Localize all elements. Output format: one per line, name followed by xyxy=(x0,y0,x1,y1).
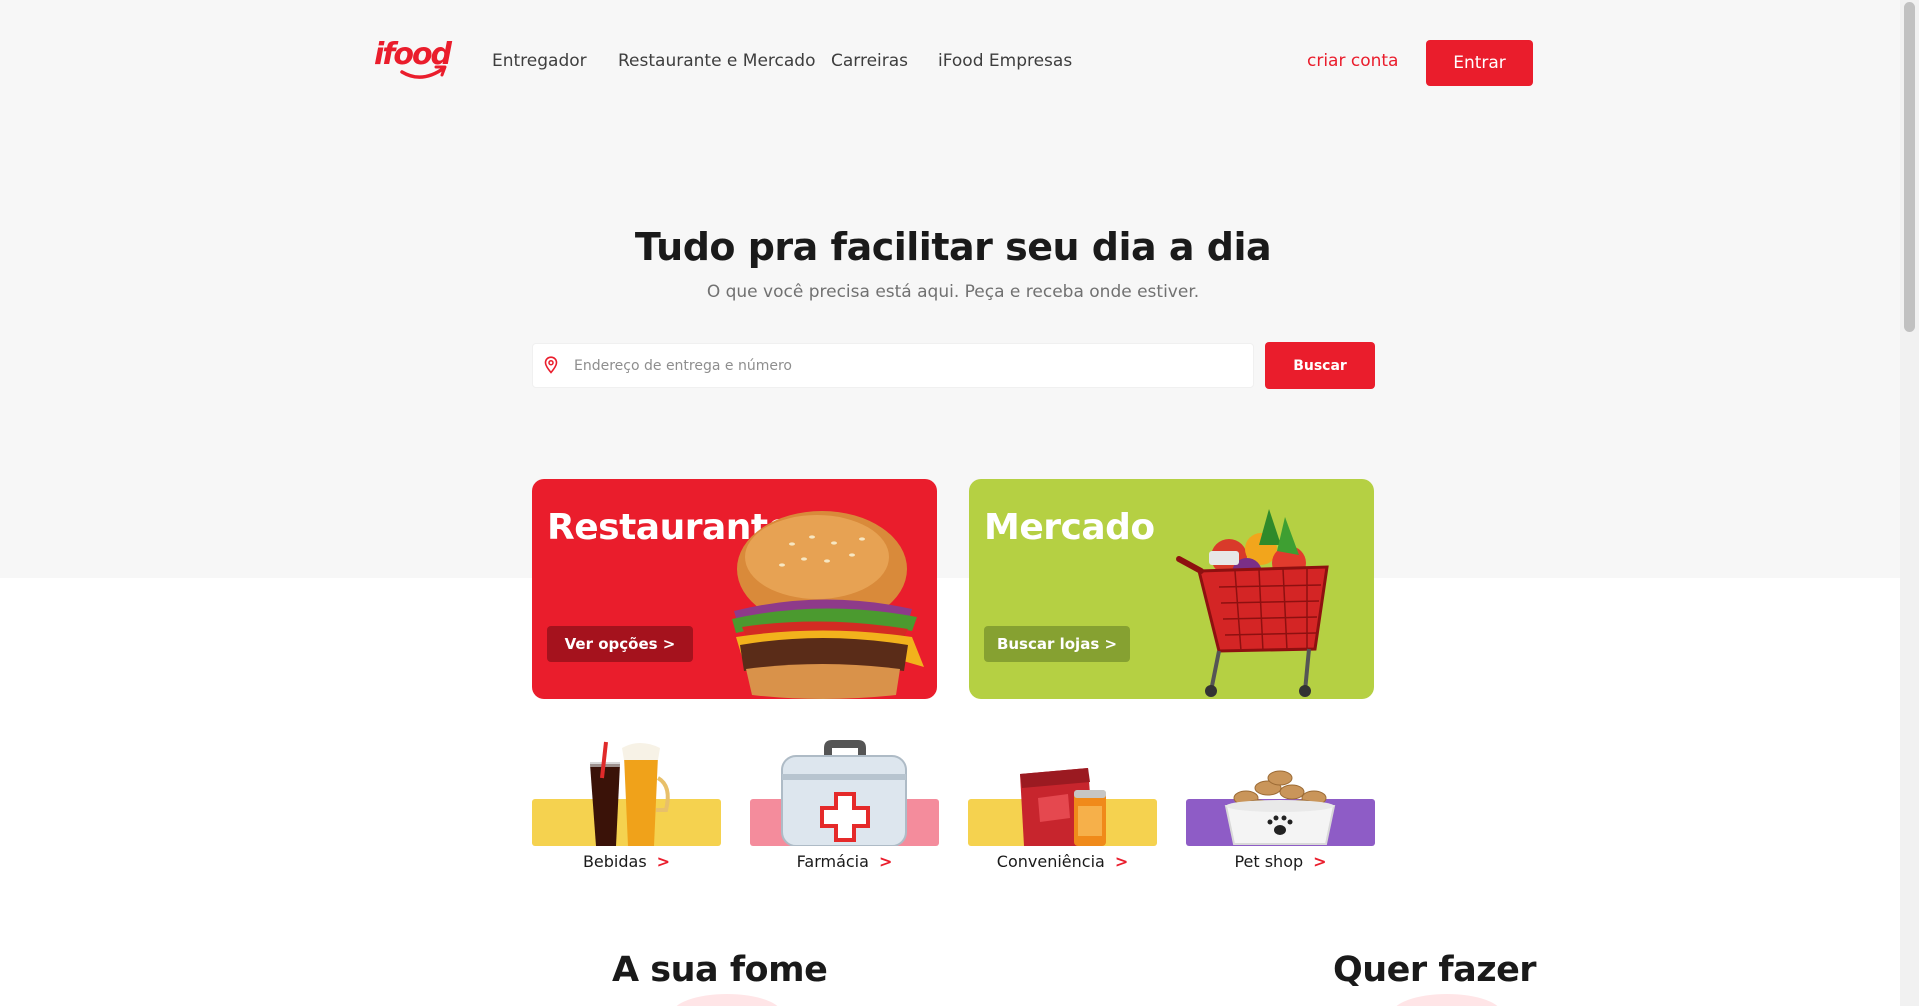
section-title-partner: Quer fazer xyxy=(1333,950,1537,990)
category-pet-shop[interactable]: Pet shop > xyxy=(1186,738,1375,876)
snacks-icon xyxy=(1020,768,1106,846)
pet-bowl-icon xyxy=(1224,770,1336,845)
search-button[interactable]: Buscar xyxy=(1265,342,1375,389)
nav-restaurante-mercado[interactable]: Restaurante e Mercado xyxy=(618,50,816,72)
nav-ifood-empresas[interactable]: iFood Empresas xyxy=(938,50,1072,72)
page-scrollbar[interactable] xyxy=(1900,0,1919,1006)
category-label: Farmácia > xyxy=(796,852,893,871)
decorative-blob xyxy=(672,994,782,1006)
hero-title: Tudo pra facilitar seu dia a dia xyxy=(634,225,1272,269)
category-farmacia[interactable]: Farmácia > xyxy=(750,738,939,876)
market-card[interactable]: Mercado Buscar lojas > xyxy=(969,479,1374,699)
category-bebidas[interactable]: Bebidas > xyxy=(532,738,721,876)
shopping-cart-icon xyxy=(1176,509,1329,697)
scrollbar-thumb[interactable] xyxy=(1904,2,1915,332)
login-button[interactable]: Entrar xyxy=(1426,40,1533,86)
ifood-logo[interactable]: ifood xyxy=(372,36,456,84)
category-conveniencia[interactable]: Conveniência > xyxy=(968,738,1157,876)
nav-carreiras[interactable]: Carreiras xyxy=(831,50,908,72)
decorative-blob xyxy=(1392,994,1502,1006)
section-title-hunger: A sua fome xyxy=(612,950,828,990)
view-options-button[interactable]: Ver opções > xyxy=(547,626,693,662)
burger-icon xyxy=(732,511,924,699)
address-input[interactable] xyxy=(574,346,1244,385)
drinks-icon xyxy=(588,741,670,846)
first-aid-kit-icon xyxy=(781,740,907,846)
restaurant-card[interactable]: Restaurante Ver opções > xyxy=(532,479,937,699)
location-pin-icon xyxy=(544,356,558,374)
signup-link[interactable]: criar conta xyxy=(1307,50,1398,72)
category-label: Conveniência > xyxy=(996,852,1129,871)
market-card-title: Mercado xyxy=(984,507,1155,548)
search-stores-button[interactable]: Buscar lojas > xyxy=(984,626,1130,662)
nav-entregador[interactable]: Entregador xyxy=(492,50,587,72)
hero-subtitle: O que você precisa está aqui. Peça e rec… xyxy=(706,282,1200,302)
category-label: Bebidas > xyxy=(582,852,671,871)
category-label: Pet shop > xyxy=(1234,852,1327,871)
